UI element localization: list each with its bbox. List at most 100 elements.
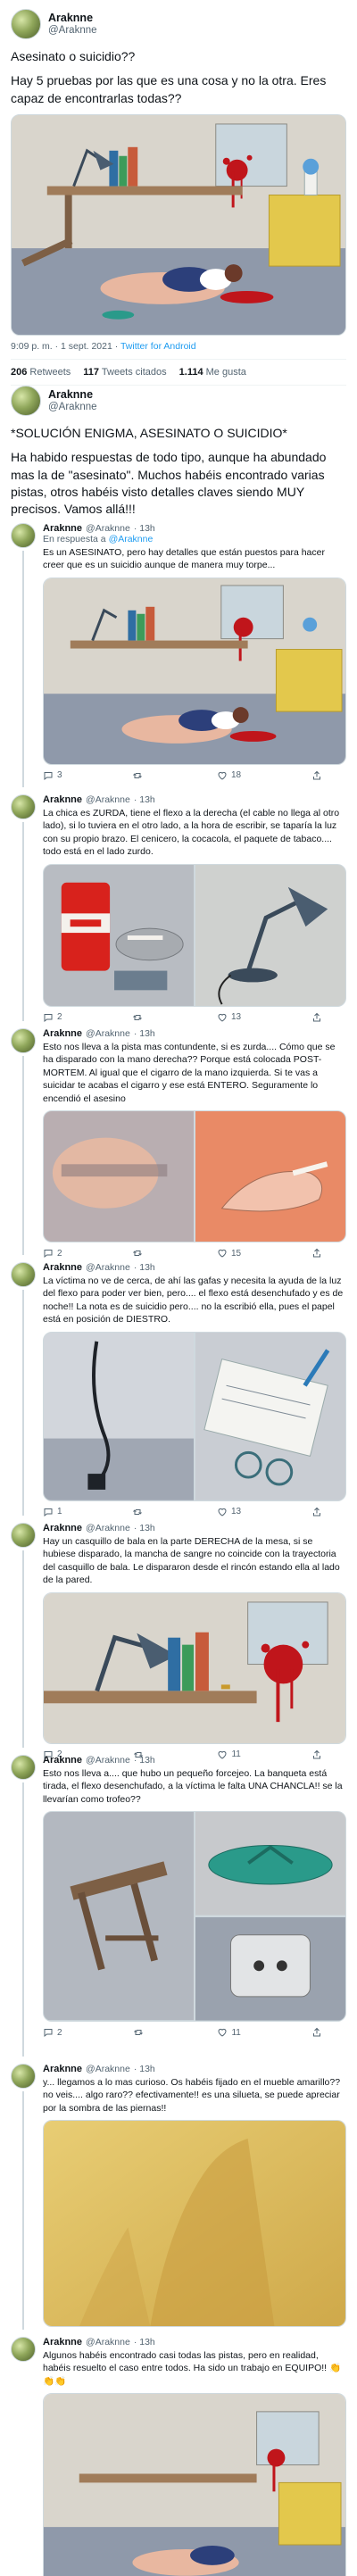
heart-icon [218, 2029, 227, 2038]
reply-text: y... llegamos a lo mas curioso. Os habéi… [43, 2077, 341, 2114]
display-name[interactable]: Araknne [43, 794, 82, 805]
thread-reply[interactable]: Araknne @Araknne · 13h En respuesta a @Ara… [0, 516, 357, 787]
thread-reply[interactable]: Araknne @Araknne · 13h La chica es ZURDA, … [0, 787, 357, 1022]
share-button[interactable] [311, 770, 322, 781]
timestamp[interactable]: · 13h [134, 1755, 155, 1766]
crime-scene-illustration [12, 114, 345, 335]
thread-line [22, 1550, 24, 1748]
avatar[interactable] [11, 2064, 36, 2089]
unplugged-cable-image[interactable] [44, 1332, 194, 1500]
share-icon [312, 2028, 320, 2037]
right-hand-closeup-image[interactable] [44, 1111, 194, 1242]
thread-reply[interactable]: Araknne @Araknne · 13h Hay un casquillo de… [0, 1516, 357, 1759]
like-button[interactable]: 11 [217, 2027, 241, 2038]
tweet-text-line: Hay 5 pruebas por las que es una cosa y … [11, 73, 327, 105]
user-handle[interactable]: @Araknne [48, 25, 97, 37]
avatar[interactable] [11, 794, 36, 819]
avatar[interactable] [11, 1262, 36, 1287]
user-handle[interactable]: @Araknne [86, 1755, 130, 1766]
crime-scene-image[interactable] [11, 113, 346, 336]
tweet-text-line: Ha habido respuestas de todo tipo, aunqu… [11, 450, 327, 517]
plug-illustration [195, 1917, 345, 2022]
display-name[interactable]: Araknne [43, 1028, 82, 1039]
sandal-image[interactable] [195, 1812, 345, 1916]
twitter-thread-page: Araknne @Araknne Asesinato o suicidio?? … [0, 0, 357, 2576]
reply-text: La chica es ZURDA, tiene el flexo a la d… [43, 808, 340, 858]
reply-button[interactable]: 3 [43, 770, 62, 781]
tweet-actions: 3 18 [43, 770, 322, 785]
silhouette-closeup-image[interactable] [43, 2120, 346, 2328]
client-link[interactable]: Twitter for Android [120, 341, 196, 352]
thread-line [22, 551, 24, 787]
note-glasses-image[interactable] [195, 1332, 345, 1500]
avatar[interactable] [11, 2337, 36, 2362]
cigarette-hand-image[interactable] [195, 1111, 345, 1242]
tweet-text-line: Asesinato o suicidio?? [11, 49, 136, 63]
display-name[interactable]: Araknne [43, 523, 82, 534]
display-name[interactable]: Araknne [43, 2064, 82, 2074]
reply-prefix: En respuesta a [43, 534, 106, 544]
reply-text: Algunos habéis encontrado casi todas las… [43, 2350, 342, 2387]
image-pair [43, 1110, 346, 1243]
user-handle[interactable]: @Araknne [86, 794, 130, 805]
user-handle[interactable]: @Araknne [86, 523, 130, 534]
display-name[interactable]: Araknne [43, 2337, 82, 2347]
retweet-button[interactable] [132, 770, 146, 781]
cola-ashtray-image[interactable] [44, 864, 194, 1006]
thread-reply[interactable]: Araknne @Araknne · 13h Esto nos lleva a la… [0, 1021, 357, 1259]
share-button[interactable] [311, 2027, 322, 2038]
timestamp[interactable]: · 13h [134, 1028, 155, 1039]
avatar[interactable] [11, 1755, 36, 1780]
avatar[interactable] [11, 386, 41, 416]
user-handle[interactable]: @Araknne [86, 2337, 130, 2347]
avatar[interactable] [11, 9, 41, 39]
reply-icon [44, 2029, 53, 2038]
stool-image[interactable] [44, 1812, 194, 2021]
plug-image[interactable] [195, 1917, 345, 2022]
avatar[interactable] [11, 1028, 36, 1053]
timestamp[interactable]: · 13h [134, 2064, 155, 2074]
timestamp[interactable]: 9:09 p. m. · 1 sept. 2021 · [11, 341, 118, 352]
final-image[interactable] [43, 2393, 346, 2576]
user-handle[interactable]: @Araknne [86, 1262, 130, 1273]
reply-to-handle[interactable]: @Araknne [109, 534, 154, 544]
timestamp[interactable]: · 13h [134, 1523, 155, 1533]
thread-reply[interactable]: Araknne @Araknne · 13h La víctima no ve de… [0, 1255, 357, 1517]
crime-scene-image[interactable] [43, 577, 346, 765]
display-name[interactable]: Araknne [48, 388, 97, 401]
tweet-text: Asesinato o suicidio?? Hay 5 pruebas por… [11, 48, 346, 107]
user-handle[interactable]: @Araknne [48, 402, 97, 413]
silhouette-illustration [44, 2121, 345, 2327]
user-handle[interactable]: @Araknne [86, 1028, 130, 1039]
main-tweet: Araknne @Araknne Asesinato o suicidio?? … [0, 0, 357, 386]
avatar[interactable] [11, 523, 36, 548]
timestamp[interactable]: · 13h [134, 523, 155, 534]
thread-reply[interactable]: Araknne @Araknne · 13h y... llegamos a lo … [0, 2057, 357, 2330]
thread-line [22, 822, 24, 1021]
display-name[interactable]: Araknne [43, 1523, 82, 1533]
bullet-casing-image[interactable] [43, 1591, 346, 1744]
user-handle[interactable]: @Araknne [86, 2064, 130, 2074]
thread-reply[interactable]: Araknne @Araknne · 13h Esto nos lleva a...… [0, 1748, 357, 2057]
timestamp[interactable]: · 13h [134, 794, 155, 805]
display-name[interactable]: Araknne [43, 1755, 82, 1766]
retweet-button[interactable] [133, 2027, 147, 2038]
stool-illustration [44, 1812, 194, 2021]
timestamp[interactable]: · 13h [134, 2337, 155, 2347]
timestamp[interactable]: · 13h [134, 1262, 155, 1273]
user-handle[interactable]: @Araknne [86, 1523, 130, 1533]
reply-button[interactable]: 2 [43, 2027, 62, 2038]
like-button[interactable]: 18 [217, 770, 241, 781]
display-name[interactable]: Araknne [43, 1262, 82, 1273]
reply-count: 2 [57, 2027, 62, 2038]
thread-line [22, 1782, 24, 2057]
avatar[interactable] [11, 1523, 36, 1548]
lamp-image[interactable] [195, 864, 345, 1006]
tweet-meta: 9:09 p. m. · 1 sept. 2021 · Twitter for … [11, 341, 346, 360]
thread-reply[interactable]: Araknne @Araknne · 13h Algunos habéis enco… [0, 2330, 357, 2576]
reply-text: Hay un casquillo de bala en la parte DER… [43, 1536, 340, 1586]
lamp-illustration [195, 864, 345, 1006]
image-column [195, 1812, 345, 2022]
display-name[interactable]: Araknne [48, 12, 97, 24]
heart-icon [218, 771, 227, 780]
